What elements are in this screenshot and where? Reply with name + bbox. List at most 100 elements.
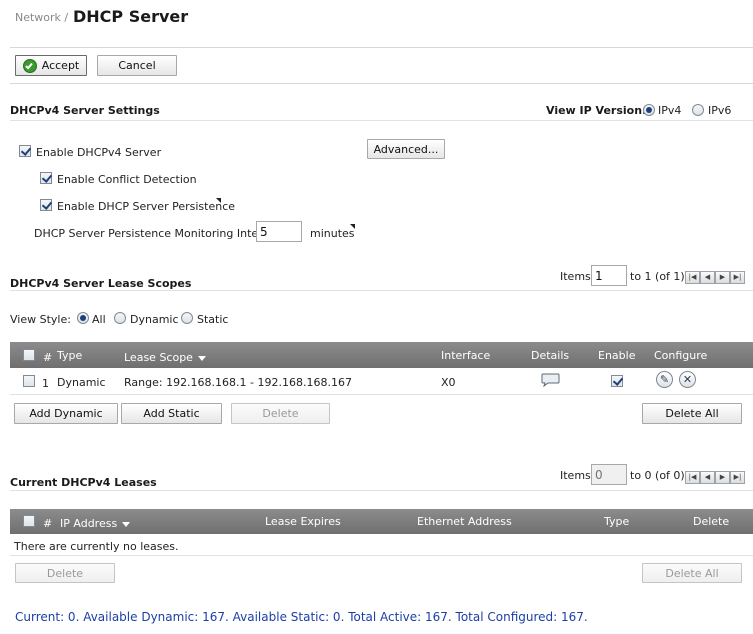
last-page-icon[interactable]: ▶|	[730, 271, 745, 284]
col-lease-scope[interactable]: Lease Scope	[124, 351, 206, 364]
view-all-label: All	[92, 313, 106, 326]
row-num: 1	[42, 377, 49, 390]
view-static-label: Static	[197, 313, 229, 326]
status-summary: Current: 0. Available Dynamic: 167. Avai…	[15, 610, 588, 624]
col-type[interactable]: Type	[57, 349, 82, 362]
accept-button[interactable]: Accept	[15, 55, 87, 76]
scopes-items-label: Items	[560, 270, 591, 283]
persistence-info-icon[interactable]	[216, 198, 221, 203]
leases-next-page-icon[interactable]: ▶	[715, 471, 730, 484]
leases-items-input[interactable]	[591, 464, 627, 485]
first-page-icon[interactable]: |◀	[685, 271, 700, 284]
add-dynamic-label: Add Dynamic	[29, 407, 103, 420]
col-num: #	[43, 351, 53, 364]
col-enable: Enable	[598, 349, 636, 362]
delete-icon[interactable]: ✕	[679, 371, 696, 388]
scopes-items-input[interactable]	[591, 265, 627, 286]
cancel-button[interactable]: Cancel	[97, 55, 177, 76]
row-type: Dynamic	[57, 376, 106, 389]
add-static-label: Add Static	[143, 407, 200, 420]
scopes-divider	[10, 290, 753, 291]
ipv6-radio[interactable]	[692, 104, 704, 116]
page-title: DHCP Server	[73, 7, 189, 26]
header-divider	[10, 47, 753, 48]
view-dynamic-label: Dynamic	[130, 313, 179, 326]
leases-prev-page-icon[interactable]: ◀	[700, 471, 715, 484]
interval-info-icon[interactable]	[350, 224, 355, 229]
scopes-delete-all-label: Delete All	[665, 407, 719, 420]
col-configure: Configure	[654, 349, 708, 362]
view-dynamic-radio[interactable]	[114, 312, 126, 324]
ipv6-label: IPv6	[708, 104, 732, 117]
leases-col-lease-expires: Lease Expires	[265, 515, 341, 528]
leases-delete-all-button[interactable]: Delete All	[642, 563, 742, 583]
persistence-checkbox[interactable]	[40, 199, 52, 211]
col-lease-scope-label: Lease Scope	[124, 351, 193, 364]
edit-icon[interactable]: ✎	[656, 371, 673, 388]
prev-page-icon[interactable]: ◀	[700, 271, 715, 284]
speech-bubble-icon[interactable]	[541, 373, 560, 388]
conflict-detection-label: Enable Conflict Detection	[57, 173, 197, 186]
enable-server-label: Enable DHCPv4 Server	[36, 146, 162, 159]
cancel-label: Cancel	[118, 59, 156, 72]
scopes-delete-button[interactable]: Delete	[231, 403, 330, 424]
leases-col-ip-label: IP Address	[60, 517, 118, 530]
next-page-icon[interactable]: ▶	[715, 271, 730, 284]
row-lease-scope: Range: 192.168.168.1 - 192.168.168.167	[124, 376, 352, 389]
view-style-label: View Style:	[10, 313, 71, 326]
breadcrumb-parent[interactable]: Network /	[15, 11, 68, 24]
leases-col-ethernet-address: Ethernet Address	[417, 515, 512, 528]
row-checkbox[interactable]	[23, 375, 35, 387]
row-interface: X0	[441, 376, 456, 389]
check-icon	[22, 58, 37, 73]
leases-col-num: #	[43, 517, 53, 530]
interval-input[interactable]	[256, 221, 302, 242]
view-all-radio[interactable]	[77, 312, 89, 324]
scopes-table-header: # Type Lease Scope Interface Details Ena…	[10, 342, 753, 368]
persistence-label: Enable DHCP Server Persistence	[57, 200, 236, 213]
leases-col-ip-address[interactable]: IP Address	[60, 517, 131, 530]
interval-label: DHCP Server Persistence Monitoring Inter…	[34, 227, 283, 240]
view-static-radio[interactable]	[181, 312, 193, 324]
leases-items-label: Items	[560, 469, 591, 482]
advanced-label: Advanced...	[373, 142, 439, 156]
leases-col-delete: Delete	[693, 515, 730, 528]
add-static-button[interactable]: Add Static	[121, 403, 222, 424]
settings-section-title: DHCPv4 Server Settings	[10, 104, 160, 117]
accept-label: Accept	[41, 59, 80, 72]
scopes-delete-all-button[interactable]: Delete All	[642, 403, 742, 424]
col-interface: Interface	[441, 349, 491, 362]
advanced-button[interactable]: Advanced...	[367, 139, 445, 159]
leases-sort-desc-icon	[122, 521, 131, 527]
interval-unit: minutes	[310, 227, 355, 240]
leases-delete-label: Delete	[46, 566, 84, 580]
settings-divider	[10, 120, 753, 121]
leases-section-title: Current DHCPv4 Leases	[10, 476, 157, 489]
row-enable-checkbox[interactable]	[611, 375, 623, 387]
sort-desc-icon	[197, 355, 206, 361]
leases-table-header: # IP Address Lease Expires Ethernet Addr…	[10, 509, 753, 534]
table-row: 1 Dynamic Range: 192.168.168.1 - 192.168…	[10, 368, 753, 395]
view-ip-version-label: View IP Version:	[546, 104, 647, 117]
ipv4-label: IPv4	[658, 104, 682, 117]
scopes-delete-label: Delete	[262, 407, 299, 420]
ipv4-radio[interactable]	[643, 104, 655, 116]
leases-divider	[10, 490, 753, 491]
scopes-select-all-checkbox[interactable]	[23, 349, 35, 361]
scopes-section-title: DHCPv4 Server Lease Scopes	[10, 277, 192, 290]
leases-first-page-icon[interactable]: |◀	[685, 471, 700, 484]
toolbar-divider	[10, 83, 753, 84]
leases-delete-button[interactable]: Delete	[15, 563, 115, 583]
leases-range-text: to 0 (of 0)	[630, 469, 685, 482]
leases-empty-text: There are currently no leases.	[14, 540, 179, 553]
leases-last-page-icon[interactable]: ▶|	[730, 471, 745, 484]
scopes-range-text: to 1 (of 1)	[630, 270, 685, 283]
add-dynamic-button[interactable]: Add Dynamic	[14, 403, 118, 424]
enable-server-checkbox[interactable]	[19, 145, 31, 157]
leases-col-type: Type	[604, 515, 630, 528]
leases-delete-all-label: Delete All	[665, 566, 719, 580]
col-details: Details	[531, 349, 570, 362]
leases-row-divider	[10, 555, 753, 556]
leases-select-all-checkbox[interactable]	[23, 515, 35, 527]
conflict-detection-checkbox[interactable]	[40, 172, 52, 184]
